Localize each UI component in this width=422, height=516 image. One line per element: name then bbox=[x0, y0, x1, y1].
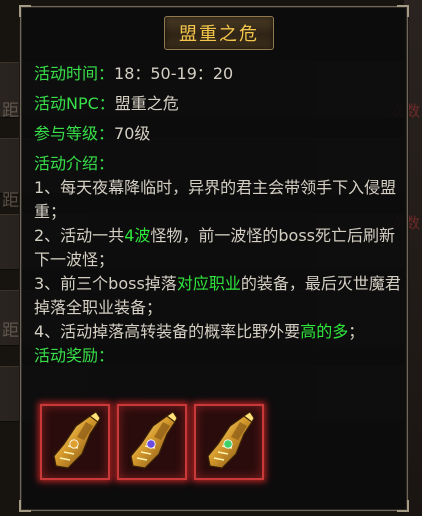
event-time-label: 活动时间： bbox=[34, 64, 115, 83]
event-intro: 活动介绍： 1、每天夜幕降临时，异界的君主会带领手下入侵盟重； 2、活动一共4波… bbox=[34, 152, 404, 344]
event-npc-row: 活动NPC：盟重之危 bbox=[34, 92, 404, 116]
event-intro-label: 活动介绍： bbox=[34, 154, 115, 173]
event-npc-value: 盟重之危 bbox=[114, 94, 179, 113]
class-gear-highlight: 对应职业 bbox=[176, 274, 241, 293]
event-level-row: 参与等级：70级 bbox=[34, 122, 404, 146]
intro-line-3: 3、前三个boss掉落对应职业的装备，最后灭世魔君掉落全职业装备； bbox=[34, 272, 404, 320]
event-level-value: 70级 bbox=[114, 124, 151, 143]
event-time-row: 活动时间：18：50-19：20 bbox=[34, 62, 404, 86]
event-time-value: 18：50-19：20 bbox=[114, 64, 234, 83]
event-npc-label: 活动NPC： bbox=[34, 94, 115, 113]
panel-corner bbox=[397, 5, 409, 17]
intro-line-4-part: 4、活动掉落高转装备的概率比野外要 bbox=[34, 322, 301, 341]
gold-gauntlet-icon bbox=[207, 411, 255, 469]
background-text: 距 bbox=[2, 321, 19, 341]
event-details: 活动时间：18：50-19：20 活动NPC：盟重之危 参与等级：70级 活动介… bbox=[34, 62, 404, 368]
intro-line-4-part: ； bbox=[348, 322, 365, 341]
reward-item-slot[interactable] bbox=[194, 404, 264, 480]
intro-line-2: 2、活动一共4波怪物，前一波怪的boss死亡后刷新下一波怪； bbox=[34, 224, 404, 272]
panel-title-bar: 盟重之危 bbox=[164, 16, 274, 50]
intro-line-4: 4、活动掉落高转装备的概率比野外要高的多； bbox=[34, 320, 404, 344]
gold-gauntlet-icon bbox=[53, 411, 101, 469]
event-reward-row: 活动奖励： bbox=[34, 344, 404, 368]
panel-corner bbox=[19, 500, 31, 512]
intro-line-2-part: 2、活动一共 bbox=[34, 226, 125, 245]
background-text: 距 bbox=[2, 191, 19, 211]
panel-title: 盟重之危 bbox=[179, 24, 259, 45]
wave-count-highlight: 4波 bbox=[124, 226, 151, 245]
reward-item-list bbox=[40, 404, 264, 480]
panel-corner bbox=[397, 500, 409, 512]
panel-corner bbox=[19, 5, 31, 17]
background-text: 距 bbox=[2, 101, 19, 121]
intro-line-1: 1、每天夜幕降临时，异界的君主会带领手下入侵盟重； bbox=[34, 178, 397, 221]
event-level-label: 参与等级： bbox=[34, 124, 115, 143]
gold-gauntlet-icon bbox=[130, 411, 178, 469]
drop-rate-highlight: 高的多 bbox=[300, 322, 349, 341]
reward-item-slot[interactable] bbox=[40, 404, 110, 480]
event-reward-label: 活动奖励： bbox=[34, 346, 115, 365]
intro-line-3-part: 3、前三个boss掉落 bbox=[34, 274, 177, 293]
reward-item-slot[interactable] bbox=[117, 404, 187, 480]
event-tooltip-panel: 盟重之危 活动时间：18：50-19：20 活动NPC：盟重之危 参与等级：70… bbox=[19, 5, 409, 512]
